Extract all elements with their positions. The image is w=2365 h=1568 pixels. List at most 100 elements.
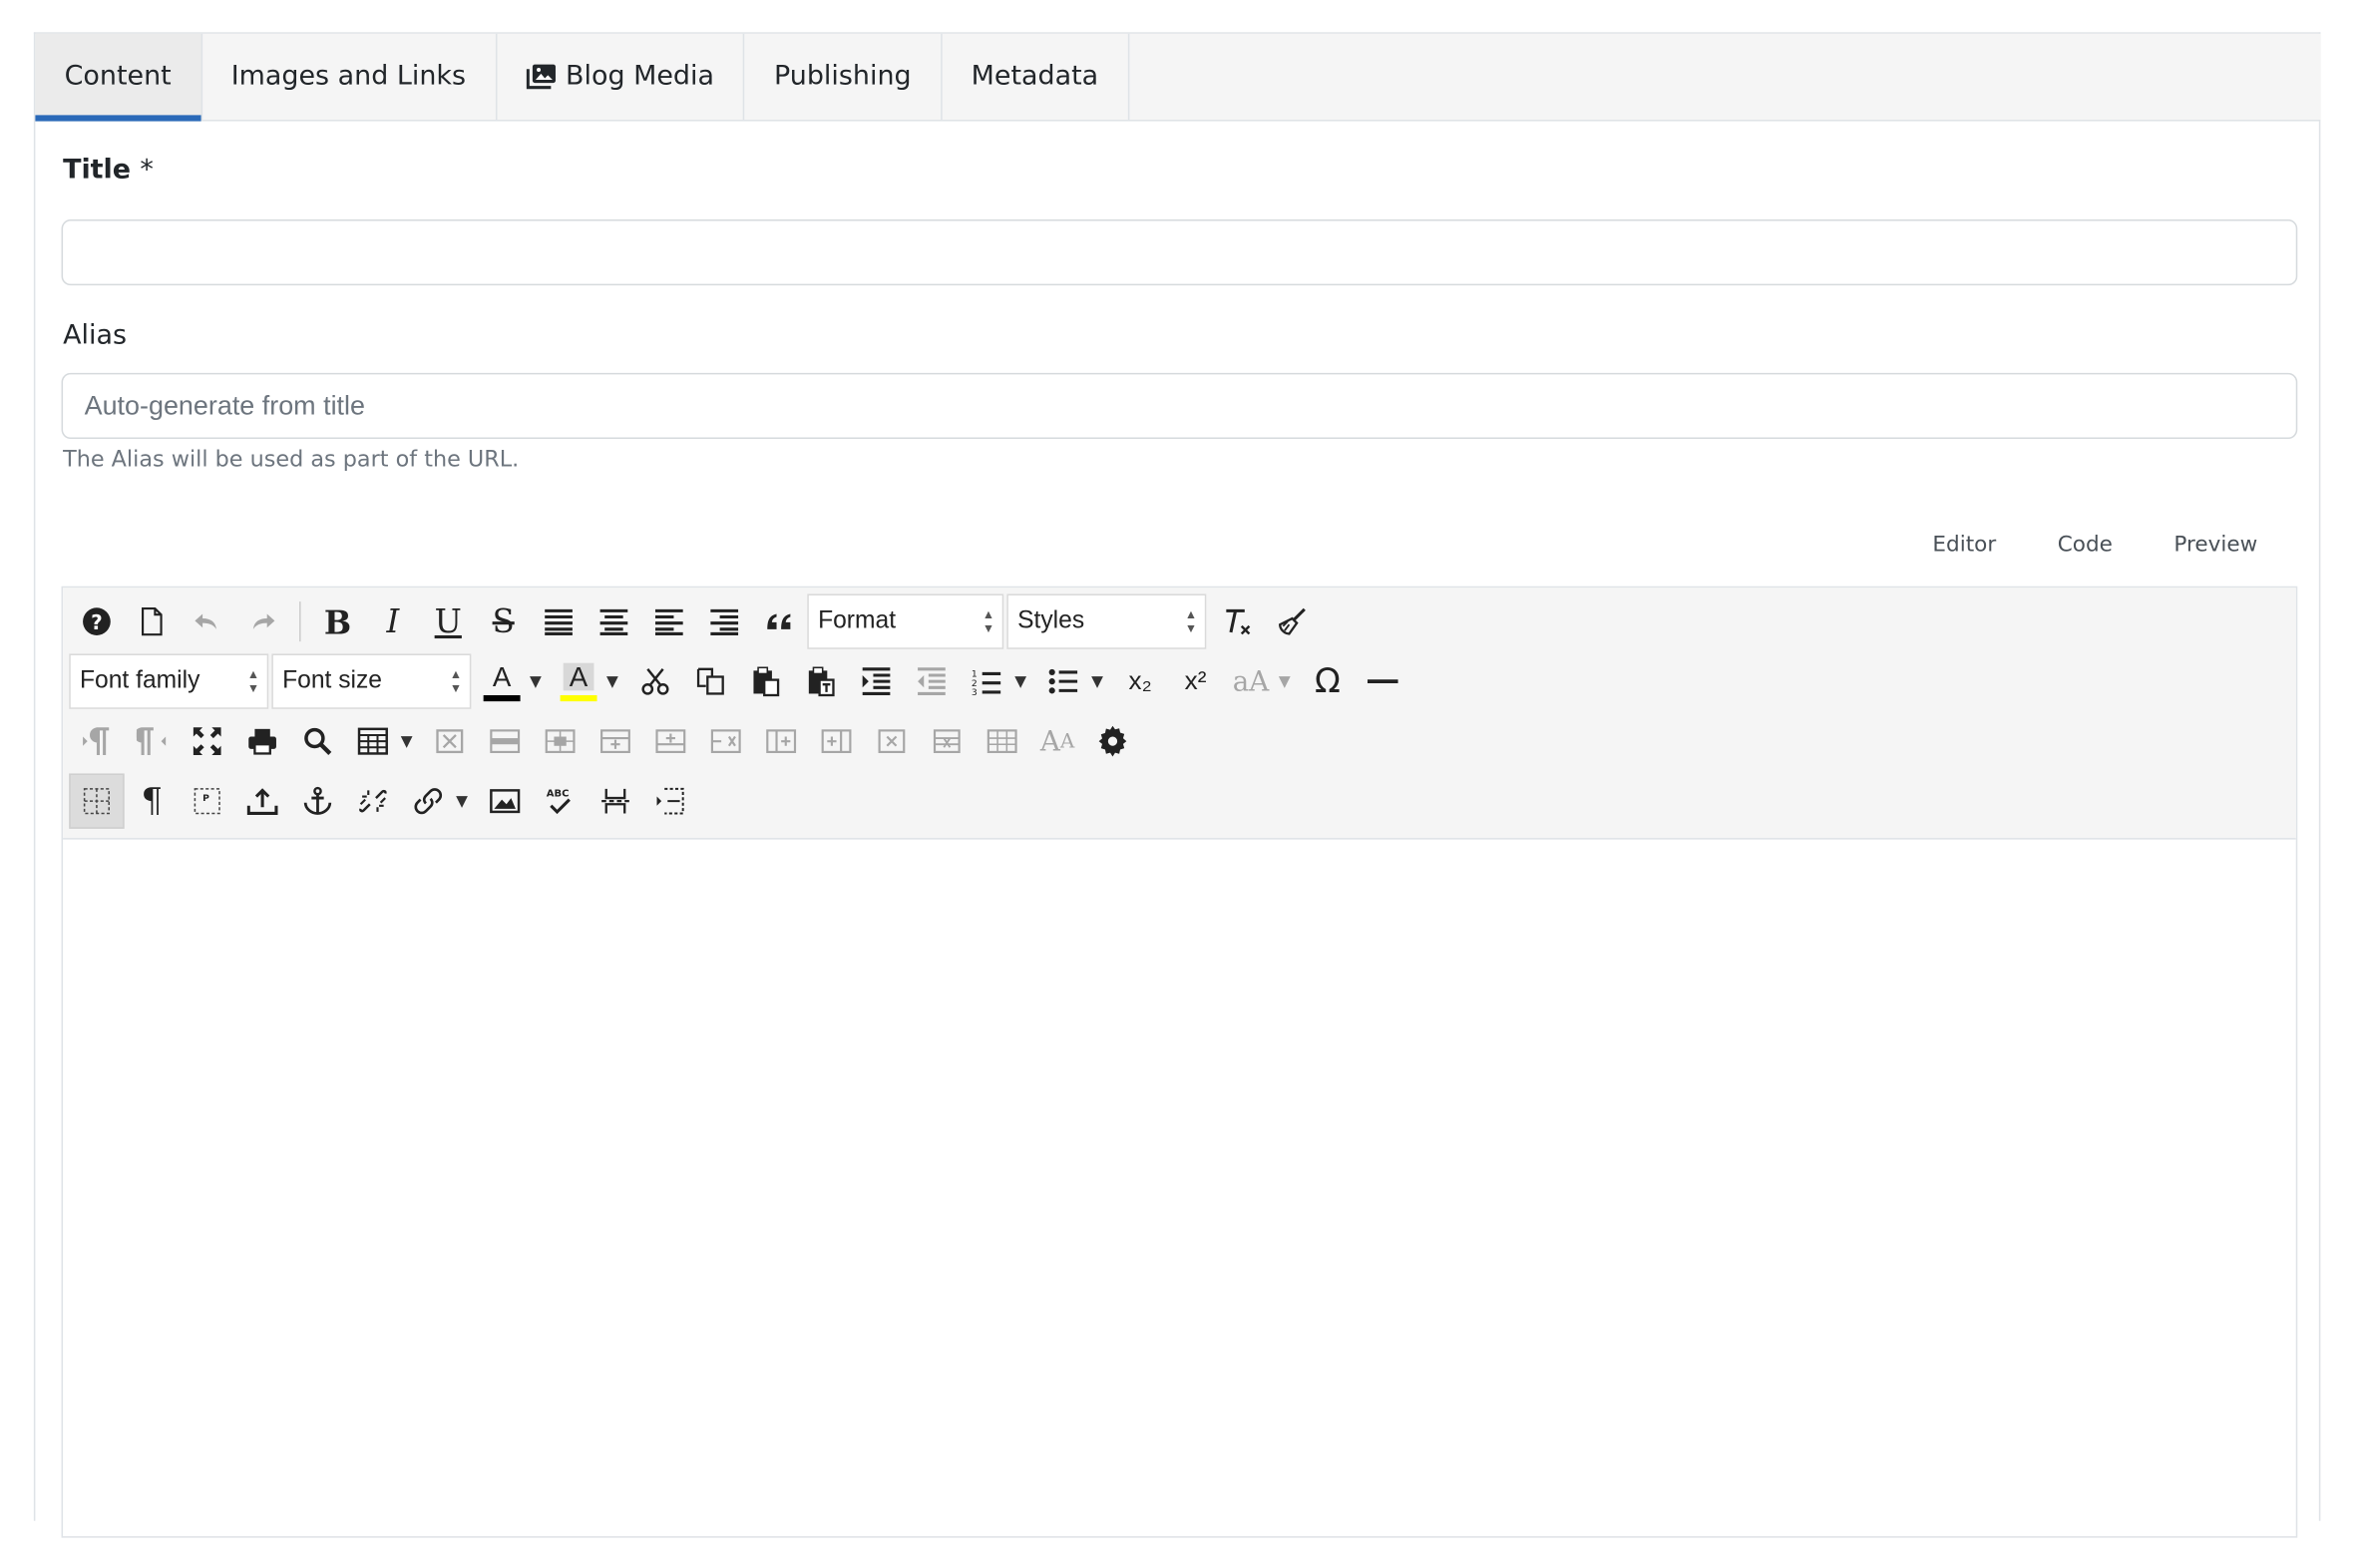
copy-icon[interactable] [683,653,738,708]
anchor-icon[interactable] [290,773,345,828]
outdent-icon[interactable] [904,653,959,708]
numbered-list-dropdown-icon[interactable]: ▼ [1008,653,1033,708]
rich-text-editor: ? B I U S Format ▲ ▼ Styles ▲ ▼ Font family ▲… [61,586,2298,1538]
align-left-icon[interactable] [641,593,696,648]
align-center-icon[interactable] [587,593,641,648]
tab-images-and-links[interactable]: Images and Links [201,33,497,121]
font-size-dropdown[interactable]: Font size ▲ ▼ [271,653,472,709]
image-icon[interactable] [478,773,533,828]
dropdown-arrows-icon: ▲ ▼ [246,667,260,695]
strikethrough-icon[interactable]: S [476,593,531,648]
highlight-color-icon[interactable]: A [551,653,605,708]
editor-toolbar: ? B I U S Format ▲ ▼ Styles ▲ ▼ Font family ▲… [63,588,2296,840]
rtl-direction-icon[interactable] [125,713,180,768]
alias-help-text: The Alias will be used as part of the UR… [63,448,520,473]
insert-col-after-icon[interactable] [809,713,864,768]
svg-text:3: 3 [972,687,978,697]
cleanup-broom-icon[interactable] [1265,593,1320,648]
text-color-letter: A [492,660,512,692]
delete-row-icon[interactable] [698,713,753,768]
paste-as-text-icon[interactable] [793,653,848,708]
copy-row-icon[interactable] [975,713,1029,768]
spellcheck-abc-text: ABC [547,789,570,800]
text-color-icon[interactable]: A [474,653,529,708]
editor-mode-button[interactable]: Editor [1902,533,2027,558]
editor-mode-switcher: Editor Code Preview [1902,533,2288,558]
table-icon[interactable] [345,713,400,768]
dropdown-arrows-icon: ▲ ▼ [1184,607,1198,635]
blockquote-icon[interactable] [752,593,807,648]
horizontal-rule-icon[interactable] [1356,653,1410,708]
align-justify-icon[interactable] [531,593,586,648]
table-dropdown-icon[interactable]: ▼ [394,713,419,768]
text-color-dropdown-icon[interactable]: ▼ [524,653,549,708]
table-cell-props-icon[interactable] [533,713,588,768]
delete-col-icon[interactable] [864,713,919,768]
new-document-icon[interactable] [125,593,180,648]
font-size-label: Font size [282,667,382,694]
toolbar-separator [299,601,301,642]
visual-blocks-p-icon[interactable]: P [180,773,234,828]
superscript-icon[interactable]: x² [1168,653,1223,708]
spellcheck-icon[interactable]: ABC [533,773,588,828]
table-row-props-icon[interactable] [478,713,533,768]
styles-dropdown[interactable]: Styles ▲ ▼ [1006,593,1207,649]
highlight-dropdown-icon[interactable]: ▼ [600,653,625,708]
title-input[interactable] [61,219,2298,286]
insert-col-before-icon[interactable] [753,713,808,768]
search-icon[interactable] [290,713,345,768]
template-insert-icon[interactable] [643,773,698,828]
bullet-list-dropdown-icon[interactable]: ▼ [1085,653,1110,708]
insert-row-before-icon[interactable] [588,713,642,768]
undo-icon[interactable] [180,593,234,648]
alias-input[interactable] [61,372,2298,440]
subscript-icon[interactable]: x₂ [1112,653,1167,708]
delete-table-icon[interactable] [422,713,477,768]
align-right-icon[interactable] [697,593,752,648]
alias-label: Alias [63,320,128,352]
preview-mode-button[interactable]: Preview [2144,533,2288,558]
font-family-dropdown[interactable]: Font family ▲ ▼ [69,653,269,709]
underline-icon[interactable]: U [421,593,476,648]
bold-icon[interactable]: B [310,593,365,648]
font-case-icon[interactable]: aA [1223,653,1278,708]
show-invisibles-pilcrow-icon[interactable]: ¶ [125,773,180,828]
tab-publishing[interactable]: Publishing [745,33,943,121]
fullscreen-icon[interactable] [180,713,234,768]
numbered-list-icon[interactable]: 123 [960,653,1014,708]
print-icon[interactable] [234,713,289,768]
paste-icon[interactable] [738,653,793,708]
clear-formatting-icon[interactable] [1209,593,1264,648]
svg-text:?: ? [91,610,103,634]
code-mode-button[interactable]: Code [2027,533,2144,558]
indent-icon[interactable] [849,653,904,708]
editor-content-area[interactable] [63,840,2296,1568]
ltr-direction-icon[interactable] [69,713,124,768]
tab-blog-media[interactable]: Blog Media [497,33,745,121]
italic-icon[interactable]: I [365,593,420,648]
redo-icon[interactable] [234,593,289,648]
tab-content[interactable]: Content [35,33,202,122]
bullet-list-icon[interactable] [1036,653,1091,708]
styles-dropdown-label: Styles [1017,607,1085,634]
format-dropdown[interactable]: Format ▲ ▼ [807,593,1004,649]
font-case-dropdown-icon[interactable]: ▼ [1272,653,1297,708]
page-break-icon[interactable] [588,773,642,828]
special-character-omega-icon[interactable]: Ω [1300,653,1355,708]
cut-icon[interactable] [627,653,682,708]
format-dropdown-label: Format [818,607,897,634]
tab-bar: Content Images and Links Blog Media Publ… [35,33,2321,122]
settings-gear-icon[interactable] [1085,713,1140,768]
tab-metadata[interactable]: Metadata [942,33,1129,121]
insert-row-after-icon[interactable] [643,713,698,768]
upload-icon[interactable] [234,773,289,828]
cut-row-icon[interactable] [920,713,975,768]
change-case-icon[interactable]: AA [1029,713,1084,768]
link-dropdown-icon[interactable]: ▼ [450,773,475,828]
toolbar-row-4: ¶ P ▼ ABC [69,773,698,829]
visual-blocks-grid-icon[interactable] [69,773,125,829]
help-icon[interactable]: ? [69,593,124,648]
link-icon[interactable] [401,773,456,828]
required-mark: * [140,155,154,187]
unlink-icon[interactable] [345,773,400,828]
